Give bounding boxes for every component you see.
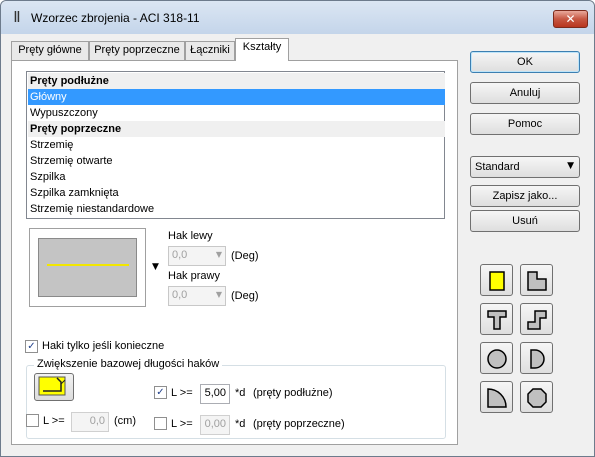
length-cm-input[interactable]: 0,0 bbox=[71, 412, 109, 432]
right-hook-label: Hak prawy bbox=[168, 270, 220, 282]
chevron-down-icon: ▼ bbox=[215, 290, 222, 299]
square-shape-button[interactable] bbox=[480, 264, 513, 296]
preset-value: Standard bbox=[475, 161, 520, 173]
left-hook-value: 0,0 bbox=[172, 249, 188, 261]
length-longitudinal-desc: (pręty podłużne) bbox=[253, 387, 333, 399]
help-button[interactable]: Pomoc bbox=[470, 113, 580, 135]
ok-button[interactable]: OK bbox=[470, 51, 580, 73]
cancel-button[interactable]: Anuluj bbox=[470, 82, 580, 104]
list-item[interactable]: Strzemię otwarte bbox=[28, 153, 445, 169]
left-hook-unit: (Deg) bbox=[231, 250, 259, 262]
circle-shape-button[interactable] bbox=[480, 342, 513, 374]
length-transverse-input[interactable]: 0,00 bbox=[200, 415, 230, 435]
right-hook-value: 0,0 bbox=[172, 289, 188, 301]
list-item[interactable]: Strzemię bbox=[28, 137, 445, 153]
hook-bar-icon bbox=[38, 376, 66, 396]
tab-transverse-bars[interactable]: Pręty poprzeczne bbox=[89, 41, 185, 60]
chevron-down-icon: ▼ bbox=[215, 250, 222, 259]
close-button[interactable]: ✕ bbox=[553, 10, 588, 28]
list-group-header: Pręty podłużne bbox=[28, 73, 445, 89]
preset-select[interactable]: Standard ▼ bbox=[470, 156, 580, 178]
list-item[interactable]: Główny bbox=[28, 89, 445, 105]
circle-icon bbox=[487, 349, 507, 369]
length-cm-label: L >= bbox=[43, 415, 65, 427]
list-group-header: Pręty poprzeczne bbox=[28, 121, 445, 137]
length-longitudinal-input[interactable]: 5,00 bbox=[200, 384, 230, 404]
length-transverse-unit: *d bbox=[235, 418, 246, 430]
preview-dropdown-arrow-icon[interactable]: ▼ bbox=[152, 262, 159, 272]
chevron-down-icon: ▼ bbox=[567, 161, 574, 171]
right-hook-select: 0,0 ▼ bbox=[168, 286, 226, 306]
octagon-icon bbox=[527, 388, 547, 408]
shape-listbox[interactable]: Pręty podłużne Główny Wypuszczony Pręty … bbox=[26, 71, 445, 219]
length-transverse-label: L >= bbox=[171, 418, 193, 430]
shapes-panel: Pręty podłużne Główny Wypuszczony Pręty … bbox=[11, 60, 458, 445]
square-yellow-icon bbox=[489, 271, 505, 291]
length-cm-checkbox[interactable] bbox=[26, 414, 39, 427]
length-longitudinal-checkbox[interactable]: ✓ bbox=[154, 386, 167, 399]
half-circle-shape-button[interactable] bbox=[520, 342, 553, 374]
length-longitudinal-label: L >= bbox=[171, 387, 193, 399]
quarter-circle-shape-button[interactable] bbox=[480, 381, 513, 413]
delete-button[interactable]: Usuń bbox=[470, 210, 580, 232]
half-circle-icon bbox=[530, 349, 545, 369]
t-shape-button[interactable] bbox=[480, 303, 513, 335]
list-item[interactable]: Wypuszczony bbox=[28, 105, 445, 121]
left-hook-label: Hak lewy bbox=[168, 230, 213, 242]
preview-canvas bbox=[38, 238, 137, 297]
octagon-shape-button[interactable] bbox=[520, 381, 553, 413]
left-hook-select: 0,0 ▼ bbox=[168, 246, 226, 266]
hooks-if-needed-label: Haki tylko jeśli konieczne bbox=[42, 340, 165, 352]
z-shape-button[interactable] bbox=[520, 303, 553, 335]
rebar-icon: Ⅱ bbox=[13, 8, 21, 26]
tab-connectors[interactable]: Łączniki bbox=[185, 41, 235, 60]
l-shape-icon bbox=[527, 271, 547, 291]
length-transverse-checkbox[interactable] bbox=[154, 417, 167, 430]
tab-main-bars[interactable]: Pręty główne bbox=[11, 41, 89, 60]
dialog-window: Ⅱ Wzorzec zbrojenia - ACI 318-11 ✕ Pręty… bbox=[0, 0, 595, 457]
length-longitudinal-unit: *d bbox=[235, 387, 246, 399]
hook-shape-button[interactable] bbox=[34, 373, 74, 401]
shape-preview bbox=[29, 228, 146, 307]
length-cm-unit: (cm) bbox=[114, 415, 136, 427]
z-shape-icon bbox=[527, 310, 547, 330]
quarter-circle-icon bbox=[487, 388, 507, 408]
list-item[interactable]: Szpilka bbox=[28, 169, 445, 185]
length-transverse-desc: (pręty poprzeczne) bbox=[253, 418, 345, 430]
l-shape-button[interactable] bbox=[520, 264, 553, 296]
right-hook-unit: (Deg) bbox=[231, 290, 259, 302]
window-title: Wzorzec zbrojenia - ACI 318-11 bbox=[31, 11, 200, 25]
hooks-if-needed-checkbox[interactable]: ✓ bbox=[25, 340, 38, 353]
list-item[interactable]: Strzemię niestandardowe bbox=[28, 201, 445, 217]
t-shape-icon bbox=[487, 310, 507, 330]
bar-line bbox=[47, 264, 129, 266]
tab-shapes[interactable]: Kształty bbox=[235, 38, 289, 61]
save-as-button[interactable]: Zapisz jako... bbox=[470, 185, 580, 207]
hook-length-group-title: Zwiększenie bazowej długości haków bbox=[34, 358, 223, 370]
list-item[interactable]: Szpilka zamknięta bbox=[28, 185, 445, 201]
title-bar[interactable]: Ⅱ Wzorzec zbrojenia - ACI 318-11 ✕ bbox=[1, 1, 594, 34]
